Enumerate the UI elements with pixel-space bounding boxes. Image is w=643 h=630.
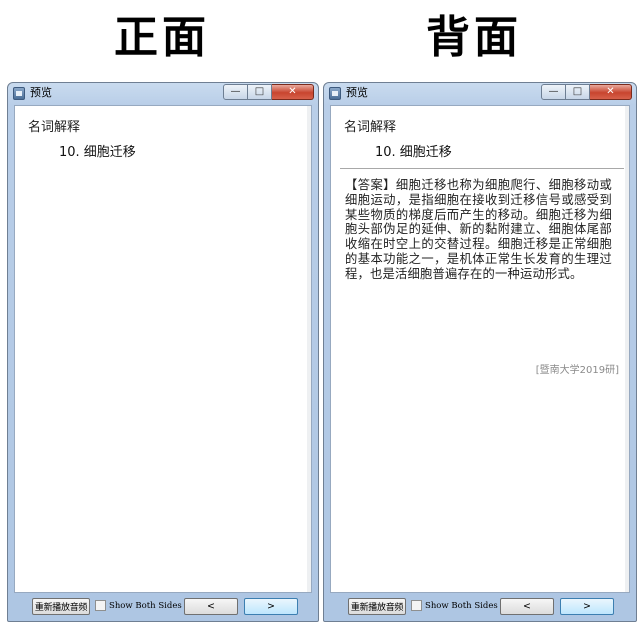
minimize-icon: — [548,86,559,97]
footer-bar: 重新播放音频 Show Both Sides < > [8,593,318,621]
maximize-button[interactable]: □ [248,84,272,100]
minimize-icon: — [230,86,241,97]
show-both-sides-label: Show Both Sides [109,601,182,611]
window-title: 预览 [30,86,52,99]
show-both-sides-checkbox[interactable] [95,600,106,611]
maximize-icon: □ [254,86,265,97]
next-button[interactable]: > [560,598,614,615]
close-button[interactable]: ✕ [272,84,314,100]
chevron-right-icon: > [267,601,275,612]
card-content: 名词解释 10. 细胞迁移 【答案】细胞迁移也称为细胞爬行、细胞移动或细胞运动，… [330,105,630,593]
front-heading: 正面 [114,12,210,63]
close-icon: ✕ [288,86,297,97]
answer-source: [暨南大学2019研] [535,365,619,376]
previous-button[interactable]: < [184,598,238,615]
card-category: 名词解释 [344,120,397,135]
scroll-track[interactable] [625,106,629,592]
replay-audio-button[interactable]: 重新播放音频 [32,598,90,615]
chevron-left-icon: < [207,601,215,612]
app-icon [329,87,341,100]
minimize-button[interactable]: — [541,84,566,100]
card-category: 名词解释 [28,120,81,135]
chevron-left-icon: < [523,601,531,612]
next-button[interactable]: > [244,598,298,615]
show-both-sides-checkbox[interactable] [411,600,422,611]
scroll-track[interactable] [307,106,311,592]
card-term: 10. 细胞迁移 [375,145,452,160]
card-answer: 【答案】细胞迁移也称为细胞爬行、细胞移动或细胞运动，是指细胞在接收到迁移信号或感… [345,178,612,281]
back-heading: 背面 [426,12,522,63]
title-bar[interactable]: 预览 — □ ✕ [8,83,318,104]
window-controls: — □ ✕ [223,84,314,101]
previous-button[interactable]: < [500,598,554,615]
preview-window-back: 预览 — □ ✕ 名词解释 10. 细胞迁移 【答案】细胞迁移也称为细胞爬行、细… [323,82,637,622]
window-title: 预览 [346,86,368,99]
maximize-icon: □ [572,86,583,97]
title-bar[interactable]: 预览 — □ ✕ [324,83,636,104]
card-content: 名词解释 10. 细胞迁移 [14,105,312,593]
app-icon [13,87,25,100]
close-icon: ✕ [606,86,615,97]
divider [340,168,624,169]
chevron-right-icon: > [583,601,591,612]
replay-audio-button[interactable]: 重新播放音频 [348,598,406,615]
card-term: 10. 细胞迁移 [59,145,136,160]
window-controls: — □ ✕ [541,84,632,101]
footer-bar: 重新播放音频 Show Both Sides < > [324,593,636,621]
close-button[interactable]: ✕ [590,84,632,100]
maximize-button[interactable]: □ [566,84,590,100]
minimize-button[interactable]: — [223,84,248,100]
show-both-sides-label: Show Both Sides [425,601,498,611]
preview-window-front: 预览 — □ ✕ 名词解释 10. 细胞迁移 重新播放音频 Show Both … [7,82,319,622]
